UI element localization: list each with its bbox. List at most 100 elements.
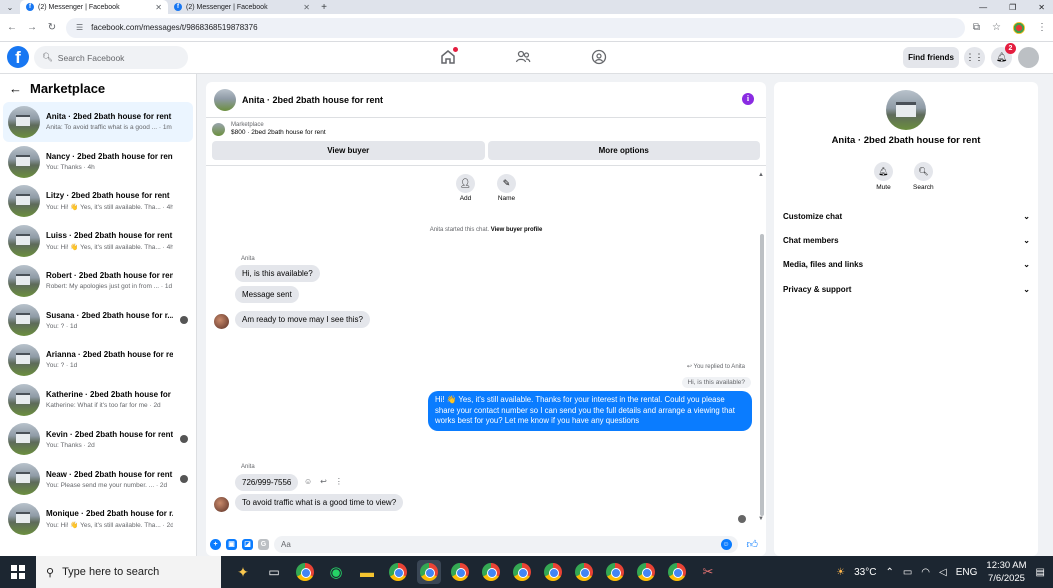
message-input[interactable]: Aa ☺ xyxy=(274,535,738,553)
chrome-app-icon[interactable] xyxy=(479,560,503,584)
conversation-item[interactable]: Robert · 2bed 2bath house for rent Robert… xyxy=(3,261,193,301)
maximize-icon[interactable]: ❐ xyxy=(1009,3,1016,12)
chrome-app-icon[interactable] xyxy=(541,560,565,584)
browser-menu-icon[interactable]: ⋮ xyxy=(1037,22,1047,33)
temperature[interactable]: 33°C xyxy=(854,567,876,578)
chrome-app-icon[interactable] xyxy=(634,560,658,584)
add-action[interactable]: 👤︎ Add xyxy=(456,174,475,202)
react-emoji-icon[interactable]: ☺ xyxy=(304,477,312,486)
incoming-message[interactable]: Hi, is this available? xyxy=(235,265,320,282)
hidden-icons-chevron-icon[interactable]: ⌃ xyxy=(885,567,893,578)
forward-arrow-icon[interactable]: → xyxy=(26,22,38,33)
incoming-message[interactable]: 726/999-7556 xyxy=(235,474,299,491)
menu-grid-icon[interactable]: ⋮⋮ xyxy=(964,47,985,68)
gif-icon[interactable]: G xyxy=(258,538,269,550)
photo-icon[interactable]: ▣ xyxy=(226,538,237,550)
incoming-message[interactable]: To avoid traffic what is a good time to … xyxy=(235,494,404,511)
emoji-icon[interactable]: ☺ xyxy=(720,538,732,550)
chat-members-item[interactable]: Chat members ⌄ xyxy=(774,228,1038,252)
thumbs-up-icon[interactable]: 👍︎ xyxy=(747,538,759,551)
conversation-item[interactable]: Nancy · 2bed 2bath house for rent You: Th… xyxy=(3,142,193,182)
wifi-icon[interactable]: ◠ xyxy=(921,567,930,578)
privacy-support-item[interactable]: Privacy & support ⌄ xyxy=(774,277,1038,301)
more-dots-icon[interactable]: ⋮ xyxy=(335,477,343,486)
sticker-icon[interactable]: ◪ xyxy=(242,538,253,550)
snipping-tool-icon[interactable]: ✂ xyxy=(696,560,720,584)
customize-chat-item[interactable]: Customize chat ⌄ xyxy=(774,204,1038,228)
tab-close-icon[interactable]: ✕ xyxy=(303,3,310,12)
conversation-item[interactable]: Arianna · 2bed 2bath house for rent You: … xyxy=(3,340,193,380)
facebook-search-input[interactable]: 🔍︎ Search Facebook xyxy=(34,46,188,69)
info-icon[interactable]: i xyxy=(742,93,754,105)
task-view-icon[interactable]: ▭ xyxy=(262,560,286,584)
scroll-down-icon[interactable]: ▼ xyxy=(758,516,764,522)
friends-icon[interactable] xyxy=(515,49,531,65)
view-buyer-button[interactable]: View buyer xyxy=(212,141,485,160)
chat-scrollbar[interactable] xyxy=(760,234,764,516)
chrome-app-icon[interactable] xyxy=(603,560,627,584)
chrome-app-icon[interactable] xyxy=(665,560,689,584)
new-tab-plus-icon[interactable]: + xyxy=(316,0,332,14)
clock[interactable]: 12:30 AM 7/6/2025 xyxy=(986,559,1026,585)
home-icon[interactable] xyxy=(440,47,458,65)
chat-avatar[interactable] xyxy=(214,88,236,111)
quoted-message[interactable]: Hi, is this available? xyxy=(681,377,751,388)
plus-icon[interactable]: + xyxy=(210,538,221,550)
sender-avatar[interactable] xyxy=(214,314,229,329)
language-indicator[interactable]: ENG xyxy=(956,567,978,578)
scroll-up-icon[interactable]: ▲ xyxy=(758,172,764,178)
chrome-app-icon[interactable] xyxy=(572,560,596,584)
reload-icon[interactable]: ↻ xyxy=(46,22,58,33)
chrome-app-icon[interactable] xyxy=(293,560,317,584)
conversation-item[interactable]: Litzy · 2bed 2bath house for rent You: Hi… xyxy=(3,181,193,221)
search-action[interactable]: 🔍︎ Search xyxy=(913,162,934,191)
browser-tab-active[interactable]: f (2) Messenger | Facebook ✕ xyxy=(20,0,168,14)
copilot-sparkle-icon[interactable]: ✦ xyxy=(231,560,255,584)
tab-search-chevron-icon[interactable]: ⌄ xyxy=(0,0,20,14)
taskbar-search-box[interactable]: ⚲ Type here to search xyxy=(36,556,221,588)
listing-summary[interactable]: Marketplace $800 · 2bed 2bath house for … xyxy=(206,118,766,136)
mute-action[interactable]: 🔔︎ Mute xyxy=(874,162,893,191)
facebook-logo-icon[interactable]: f xyxy=(7,46,29,68)
file-explorer-icon[interactable]: ▬ xyxy=(355,560,379,584)
view-buyer-profile-link[interactable]: View buyer profile xyxy=(491,227,543,233)
conversation-item[interactable]: Katherine · 2bed 2bath house for r... Kat… xyxy=(3,380,193,420)
media-files-links-item[interactable]: Media, files and links ⌄ xyxy=(774,253,1038,277)
site-info-icon[interactable]: ☰ xyxy=(76,23,83,32)
window-close-icon[interactable]: ✕ xyxy=(1038,3,1045,12)
url-field[interactable]: ☰ facebook.com/messages/t/98683685198783… xyxy=(66,17,965,38)
incoming-message[interactable]: Am ready to move may I see this? xyxy=(235,311,370,328)
tab-close-icon[interactable]: ✕ xyxy=(155,3,162,12)
conversation-item[interactable]: Anita · 2bed 2bath house for rent Anita: … xyxy=(3,102,193,142)
more-options-button[interactable]: More options xyxy=(487,141,760,160)
back-arrow-icon[interactable]: ← xyxy=(9,81,22,96)
back-arrow-icon[interactable]: ← xyxy=(6,22,18,33)
chrome-app-icon[interactable] xyxy=(386,560,410,584)
sender-avatar[interactable] xyxy=(214,497,229,512)
reply-arrow-icon[interactable]: ↩ xyxy=(320,477,327,486)
conversation-item[interactable]: Kevin · 2bed 2bath house for rent You: Th… xyxy=(3,420,193,460)
name-action[interactable]: ✎ Name xyxy=(497,174,516,202)
chat-title[interactable]: Anita · 2bed 2bath house for rent xyxy=(242,95,383,105)
conversation-item[interactable]: Monique · 2bed 2bath house for r... You: … xyxy=(3,499,193,539)
whatsapp-icon[interactable]: ◉ xyxy=(324,560,348,584)
notification-center-icon[interactable]: ▤ xyxy=(1036,567,1045,578)
listing-avatar[interactable] xyxy=(886,90,926,130)
minimize-icon[interactable]: — xyxy=(979,3,987,12)
chrome-app-icon[interactable] xyxy=(510,560,534,584)
conversation-item[interactable]: Luiss · 2bed 2bath house for rent You: Hi… xyxy=(3,221,193,261)
weather-icon[interactable]: ☀ xyxy=(836,567,845,578)
browser-tab[interactable]: f (2) Messenger | Facebook ✕ xyxy=(168,0,316,14)
incoming-message[interactable]: Message sent xyxy=(235,286,299,303)
battery-icon[interactable]: ▭ xyxy=(903,567,912,578)
profile-icon[interactable] xyxy=(1013,21,1025,34)
install-app-icon[interactable]: ⧉ xyxy=(973,22,980,33)
windows-start-icon[interactable] xyxy=(0,556,36,588)
bookmark-star-icon[interactable]: ☆ xyxy=(992,22,1001,33)
outgoing-message[interactable]: Hi! 👋 Yes, it's still available. Thanks … xyxy=(428,391,752,431)
account-avatar[interactable] xyxy=(1018,47,1039,68)
chrome-app-icon[interactable] xyxy=(448,560,472,584)
conversation-item[interactable]: Susana · 2bed 2bath house for r... You: ?… xyxy=(3,300,193,340)
conversation-item[interactable]: Neaw · 2bed 2bath house for rent You: Ple… xyxy=(3,459,193,499)
groups-icon[interactable] xyxy=(591,49,607,65)
